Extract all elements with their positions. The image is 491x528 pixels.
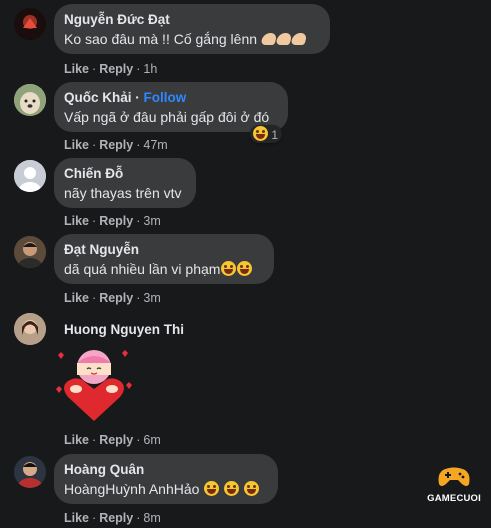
default-avatar-icon[interactable]	[14, 160, 46, 192]
separator: ·	[136, 214, 141, 228]
like-link[interactable]: Like	[64, 62, 89, 76]
separator: ·	[92, 138, 97, 152]
flexed-arm-icon	[260, 33, 278, 45]
comment-text: nãy thayas trên vtv	[64, 185, 182, 201]
comment-actions: Like · Reply · 8m	[64, 511, 161, 525]
flexed-arm-icon	[290, 33, 308, 45]
reply-link[interactable]: Reply	[99, 433, 133, 447]
commenter-name[interactable]: Hoàng Quân	[64, 461, 266, 478]
grinning-emoji-icon	[204, 481, 220, 496]
timestamp[interactable]: 3m	[143, 214, 160, 228]
heart-hug-sticker	[54, 345, 134, 425]
commenter-header: Quốc Khải · Follow	[64, 90, 187, 105]
avatar[interactable]	[14, 236, 46, 268]
comment-bubble: Đạt Nguyễn dã quá nhiều lần vi phạm	[54, 234, 274, 284]
commenter-name[interactable]: Huong Nguyen Thi	[64, 321, 184, 338]
separator: ·	[92, 214, 97, 228]
commenter-name[interactable]: Chiến Đỗ	[64, 165, 184, 182]
mentioned-names[interactable]: HoàngHuỳnh AnhHảo	[64, 481, 199, 497]
commenter-name[interactable]: Nguyễn Đức Đạt	[64, 11, 318, 28]
timestamp[interactable]: 1h	[143, 62, 157, 76]
like-link[interactable]: Like	[64, 214, 89, 228]
separator: ·	[92, 291, 97, 305]
haha-reaction-icon	[253, 126, 268, 141]
commenter-name[interactable]: Quốc Khải	[64, 90, 132, 105]
laughing-emoji-icon	[221, 261, 237, 276]
comment-text: HoàngHuỳnh AnhHảo	[64, 480, 266, 499]
reply-link[interactable]: Reply	[99, 291, 133, 305]
watermark-text: GAMECUOI	[427, 493, 481, 504]
comment-bubble: Hoàng Quân HoàngHuỳnh AnhHảo	[54, 454, 278, 504]
avatar[interactable]	[14, 84, 46, 116]
reply-link[interactable]: Reply	[99, 138, 133, 152]
flexed-arm-icon	[275, 33, 293, 45]
like-link[interactable]: Like	[64, 433, 89, 447]
reply-link[interactable]: Reply	[99, 214, 133, 228]
comment-actions: Like · Reply · 1h	[64, 62, 157, 76]
avatar[interactable]	[14, 456, 46, 488]
timestamp[interactable]: 3m	[143, 291, 160, 305]
comment-text: Ko sao đâu mà !! Cố gắng lênn	[64, 30, 318, 49]
grinning-emoji-icon	[224, 481, 240, 496]
like-link[interactable]: Like	[64, 138, 89, 152]
reaction-count: 1	[271, 128, 279, 142]
comment-bubble: Nguyễn Đức Đạt Ko sao đâu mà !! Cố gắng …	[54, 4, 330, 54]
commenter-name[interactable]: Đạt Nguyễn	[64, 241, 262, 258]
separator: ·	[136, 291, 141, 305]
separator: ·	[136, 433, 141, 447]
timestamp[interactable]: 47m	[143, 138, 167, 152]
separator: ·	[136, 138, 141, 152]
comment-text: Vấp ngã ở đâu phải gấp đôi ở đó	[64, 109, 270, 125]
reply-link[interactable]: Reply	[99, 62, 133, 76]
comment-actions: Like · Reply · 6m	[64, 433, 161, 447]
comment-bubble: Quốc Khải · Follow Vấp ngã ở đâu phải gấ…	[54, 82, 288, 132]
comment-text-content: Ko sao đâu mà !! Cố gắng lênn	[64, 31, 258, 47]
comment-bubble: Chiến Đỗ nãy thayas trên vtv	[54, 158, 196, 208]
separator: ·	[136, 511, 141, 525]
avatar[interactable]	[14, 313, 46, 345]
reaction-badge[interactable]: 1	[250, 125, 283, 143]
separator: ·	[92, 433, 97, 447]
avatar[interactable]	[14, 8, 46, 40]
comment-text: dã quá nhiều lần vi phạm	[64, 260, 262, 279]
separator: ·	[92, 511, 97, 525]
follow-button[interactable]: Follow	[144, 90, 187, 105]
separator: ·	[136, 62, 141, 76]
comment-actions: Like · Reply · 47m	[64, 138, 168, 152]
separator: ·	[92, 62, 97, 76]
like-link[interactable]: Like	[64, 511, 89, 525]
reply-link[interactable]: Reply	[99, 511, 133, 525]
comment-actions: Like · Reply · 3m	[64, 291, 161, 305]
laughing-emoji-icon	[237, 261, 253, 276]
gamecuoi-watermark: GAMECUOI	[427, 466, 481, 504]
gamepad-logo-icon	[438, 467, 470, 486]
grinning-emoji-icon	[244, 481, 260, 496]
like-link[interactable]: Like	[64, 291, 89, 305]
comment-text-content: dã quá nhiều lần vi phạm	[64, 261, 221, 277]
timestamp[interactable]: 8m	[143, 511, 160, 525]
timestamp[interactable]: 6m	[143, 433, 160, 447]
comment-actions: Like · Reply · 3m	[64, 214, 161, 228]
